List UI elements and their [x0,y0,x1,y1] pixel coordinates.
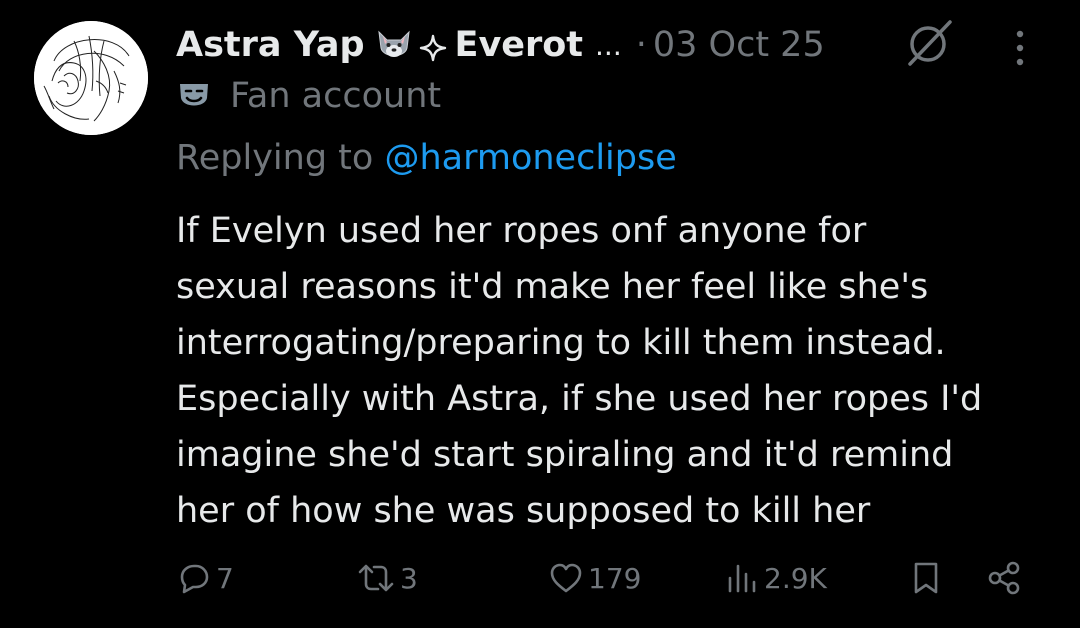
author-handle[interactable]: Everot [455,25,584,65]
avatar-sketch-image [34,21,148,135]
post-header: Astra Yap Everot ... · 03 Oct 25 [176,20,825,70]
account-label: Fan account [176,76,441,116]
bookmark-icon [914,562,938,594]
sparkle-star-icon [419,31,447,62]
repost-count: 3 [400,561,418,595]
theater-mask-icon [180,84,208,106]
post-date[interactable]: 03 Oct 25 [653,25,825,65]
author-avatar[interactable] [34,21,148,135]
more-options-icon[interactable] [1010,28,1030,68]
share-button[interactable] [986,560,1022,596]
views-count: 2.9K [764,561,827,595]
like-button[interactable]: 179 [548,560,641,596]
reply-bubble-icon [180,564,209,594]
views-button[interactable]: 2.9K [724,560,827,596]
replying-to-prefix: Replying to [176,138,385,178]
handle-truncation: ... [595,28,622,62]
like-count: 179 [588,561,642,595]
share-icon [988,561,1020,595]
wolf-face-icon [375,26,413,64]
post-action-bar: 7 3 179 2.9K [176,556,1036,604]
reply-button[interactable]: 7 [176,560,234,596]
author-name[interactable]: Astra Yap [176,25,365,65]
post-text: If Evelyn used her ropes onf anyone for … [176,211,983,531]
repost-arrows-icon [358,564,394,592]
replying-to-line: Replying to @harmoneclipse [176,138,677,178]
views-bar-chart-icon [728,564,756,593]
account-label-text: Fan account [230,76,442,116]
bookmark-button[interactable] [908,560,944,596]
reply-count: 7 [216,561,234,595]
replying-to-mention-link[interactable]: @harmoneclipse [384,138,676,178]
header-separator: · [635,25,647,65]
repost-button[interactable]: 3 [356,560,418,596]
grok-icon[interactable] [902,16,958,68]
heart-icon [550,563,582,593]
